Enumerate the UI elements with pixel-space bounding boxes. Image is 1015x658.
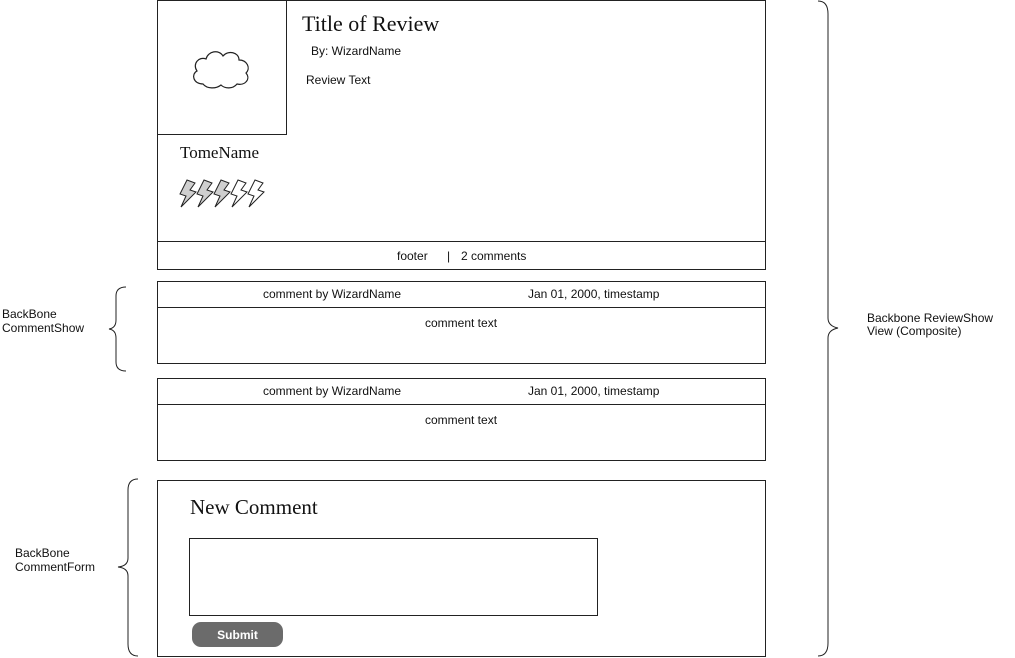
lightning-bolt-icon bbox=[196, 179, 214, 208]
lightning-bolt-icon bbox=[230, 179, 248, 208]
review-title: Title of Review bbox=[302, 11, 440, 36]
comment-input[interactable] bbox=[189, 538, 598, 616]
review-text: Review Text bbox=[306, 73, 371, 87]
brace-comment-show bbox=[108, 286, 127, 372]
review-footer-divider bbox=[158, 241, 765, 242]
comment-author: comment by WizardName bbox=[263, 384, 402, 398]
comment-show: comment by WizardName Jan 01, 2000, time… bbox=[157, 281, 766, 364]
lightning-bolt-icon bbox=[213, 179, 231, 208]
submit-button[interactable]: Submit bbox=[192, 622, 283, 647]
cloud-icon bbox=[193, 51, 249, 89]
brace-review-show bbox=[817, 0, 839, 657]
comment-timestamp: Jan 01, 2000, timestamp bbox=[528, 287, 660, 301]
tome-name: TomeName bbox=[180, 143, 260, 162]
comment-form: New Comment Submit bbox=[157, 480, 766, 657]
annotation-comment-form-line1: BackBone bbox=[15, 546, 70, 560]
comment-timestamp: Jan 01, 2000, timestamp bbox=[528, 384, 660, 398]
lightning-bolt-icon bbox=[179, 179, 197, 208]
comment-text: comment text bbox=[425, 316, 498, 330]
review-byline: By: WizardName bbox=[311, 44, 402, 58]
review-panel: Title of Review By: WizardName Review Te… bbox=[157, 0, 766, 270]
annotation-review-show-line2: View (Composite) bbox=[867, 324, 962, 338]
lightning-bolt-icon bbox=[247, 179, 265, 208]
annotation-comment-show-line1: BackBone bbox=[2, 307, 57, 321]
tome-image-box bbox=[157, 0, 287, 135]
comments-count-link[interactable]: 2 comments bbox=[461, 249, 526, 263]
footer-label: footer bbox=[397, 249, 428, 263]
comment-author: comment by WizardName bbox=[263, 287, 402, 301]
annotation-review-show-line1: Backbone ReviewShow bbox=[867, 311, 994, 325]
comment-header-divider bbox=[158, 307, 765, 308]
annotation-comment-form-line2: CommentForm bbox=[15, 560, 96, 574]
comment-show: comment by WizardName Jan 01, 2000, time… bbox=[157, 378, 766, 461]
brace-comment-form bbox=[117, 478, 139, 657]
comment-header-divider bbox=[158, 404, 765, 405]
rating-icons bbox=[179, 179, 265, 208]
comment-form-title: New Comment bbox=[190, 495, 318, 519]
rating-bolts bbox=[178, 179, 268, 209]
annotation-comment-show-line2: CommentShow bbox=[2, 321, 85, 335]
footer-separator: | bbox=[447, 249, 451, 263]
comment-text: comment text bbox=[425, 413, 498, 427]
